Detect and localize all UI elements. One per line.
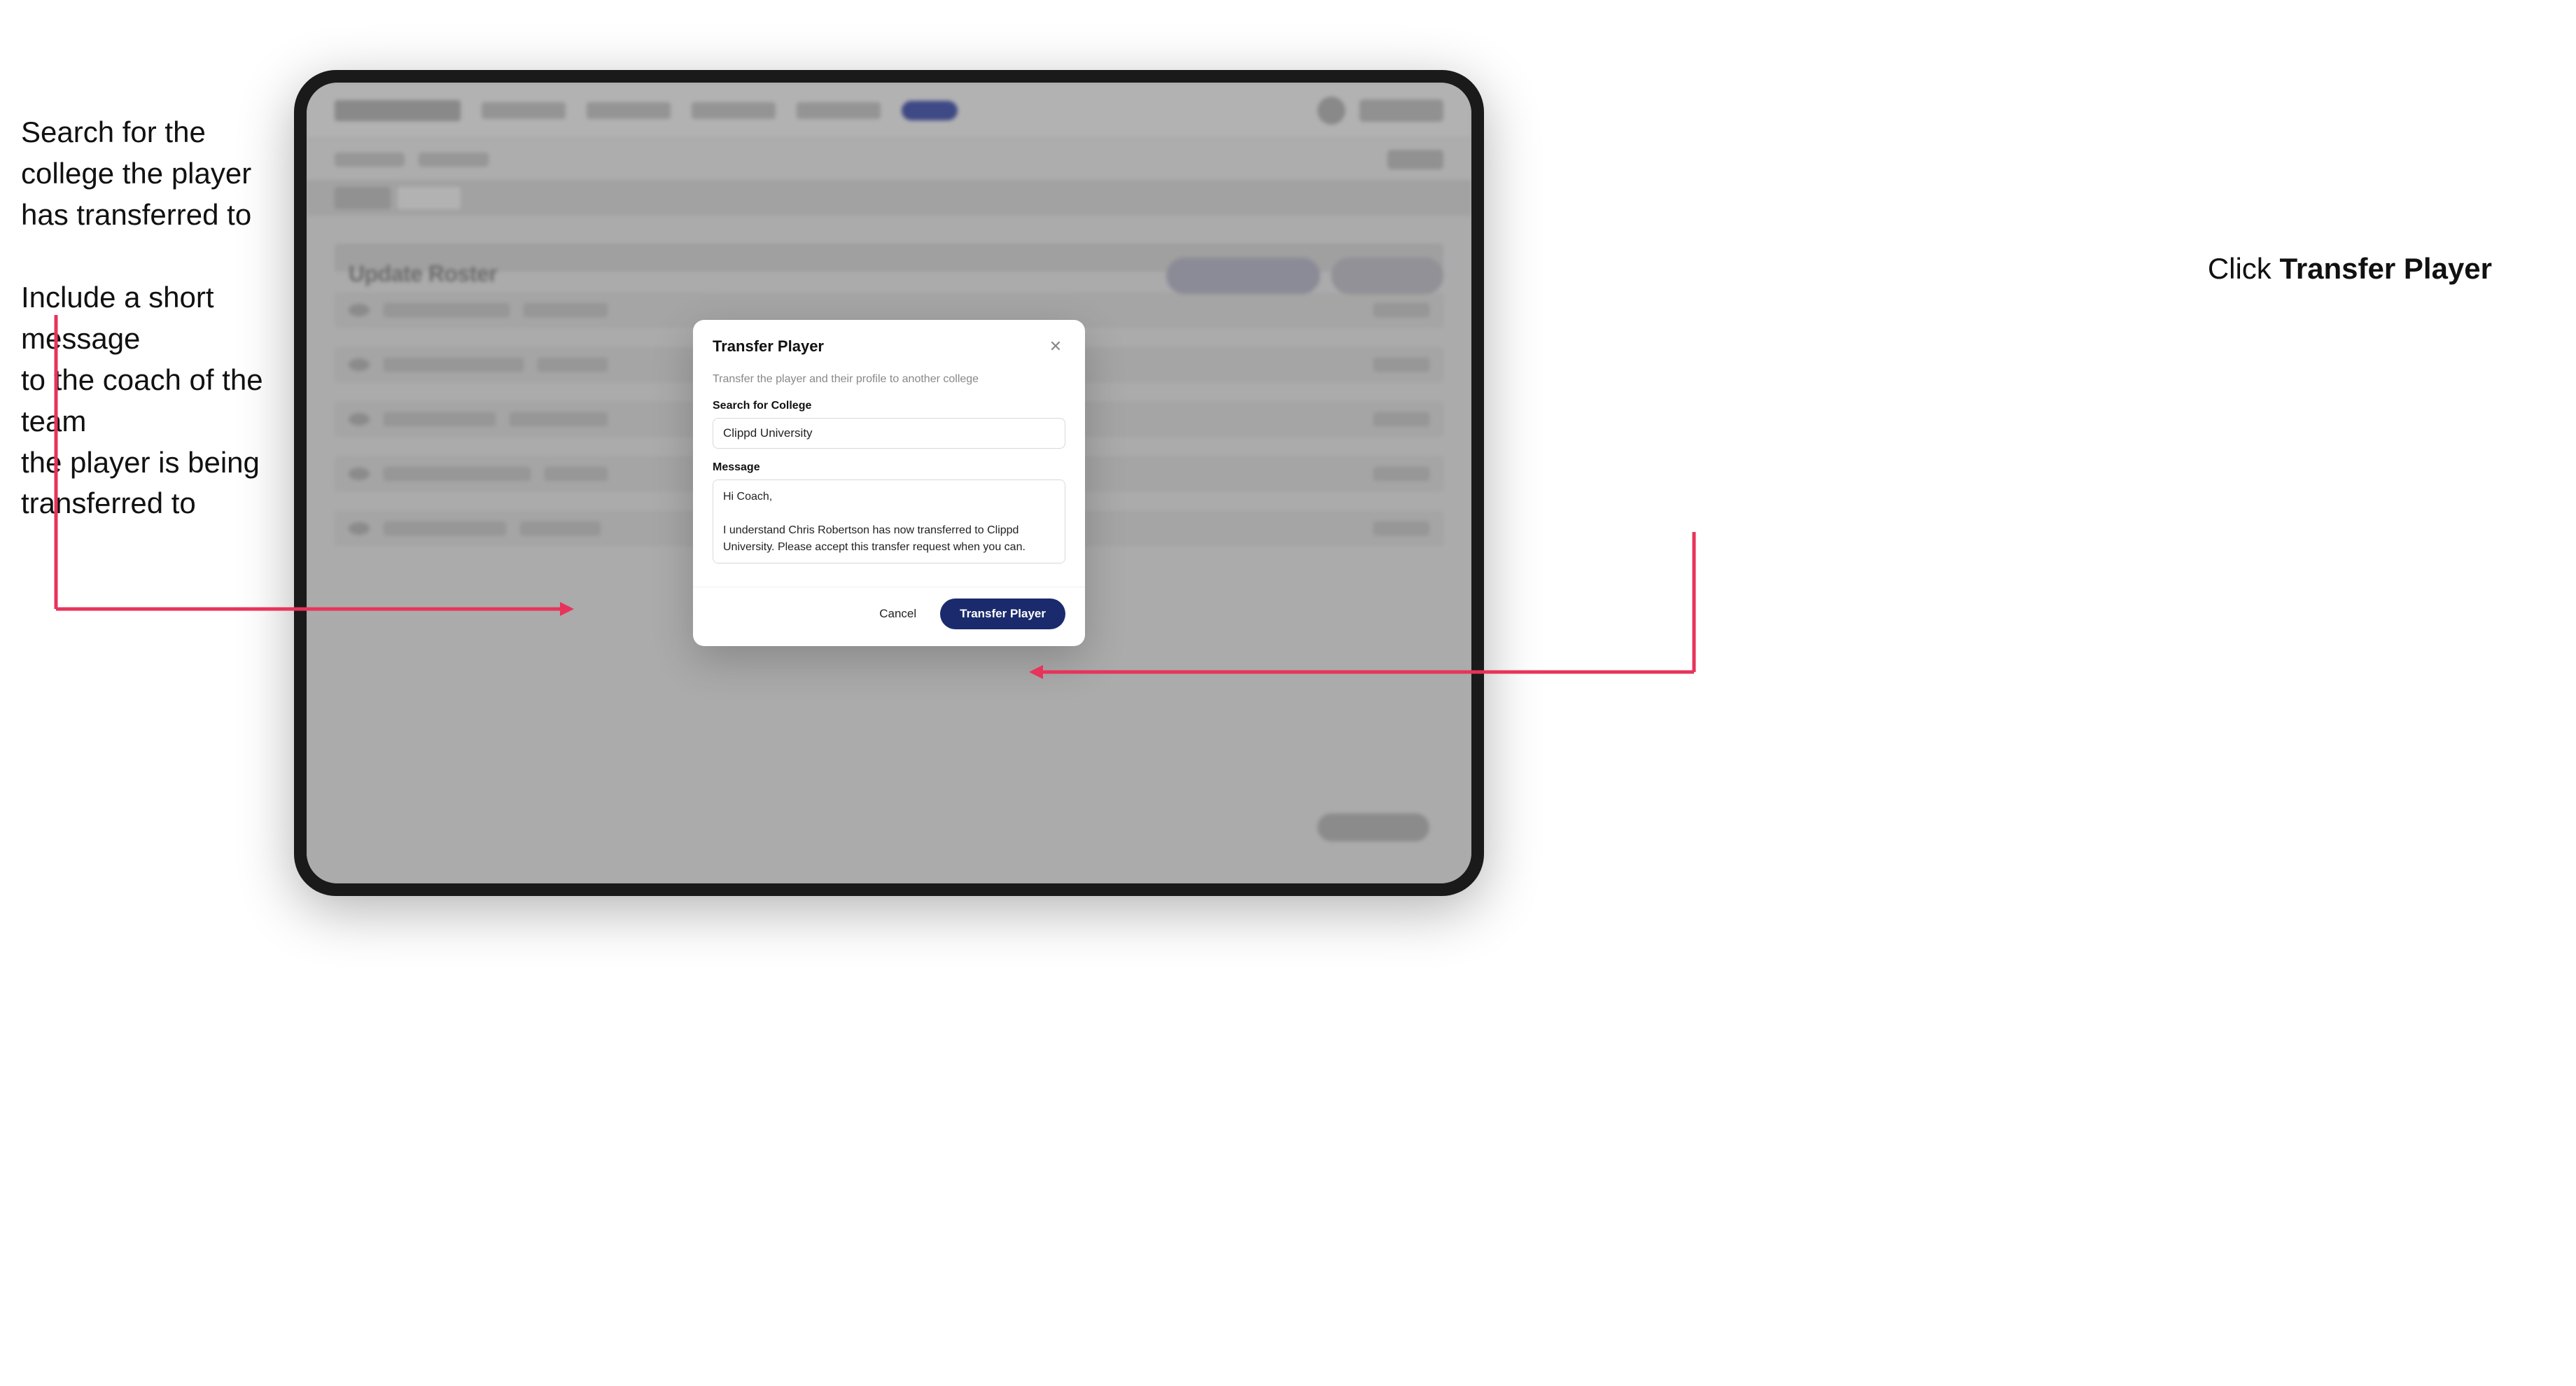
modal-body: Transfer the player and their profile to… — [693, 368, 1085, 587]
transfer-player-modal: Transfer Player ✕ Transfer the player an… — [693, 320, 1085, 646]
annotation-message-text: Include a short messageto the coach of t… — [21, 277, 287, 524]
modal-title: Transfer Player — [713, 337, 824, 356]
modal-footer: Cancel Transfer Player — [693, 587, 1085, 646]
modal-close-button[interactable]: ✕ — [1046, 337, 1065, 356]
message-textarea[interactable]: Hi Coach, I understand Chris Robertson h… — [713, 479, 1065, 564]
search-college-input[interactable] — [713, 418, 1065, 449]
annotation-left-top: Search for the college the player has tr… — [21, 112, 287, 566]
annotation-right: Click Transfer Player — [2208, 252, 2492, 286]
tablet-device: Update Roster Transfer Player ✕ Transfer… — [294, 70, 1484, 896]
tablet-screen: Update Roster Transfer Player ✕ Transfer… — [307, 83, 1471, 883]
cancel-button[interactable]: Cancel — [867, 600, 929, 628]
message-label: Message — [713, 461, 1065, 474]
modal-overlay: Transfer Player ✕ Transfer the player an… — [307, 83, 1471, 883]
annotation-transfer-label: Transfer Player — [2279, 252, 2492, 285]
annotation-search-text: Search for the college the player has tr… — [21, 112, 287, 235]
search-college-label: Search for College — [713, 400, 1065, 412]
modal-description: Transfer the player and their profile to… — [713, 373, 1065, 386]
modal-header: Transfer Player ✕ — [693, 320, 1085, 368]
transfer-player-button[interactable]: Transfer Player — [940, 598, 1065, 629]
